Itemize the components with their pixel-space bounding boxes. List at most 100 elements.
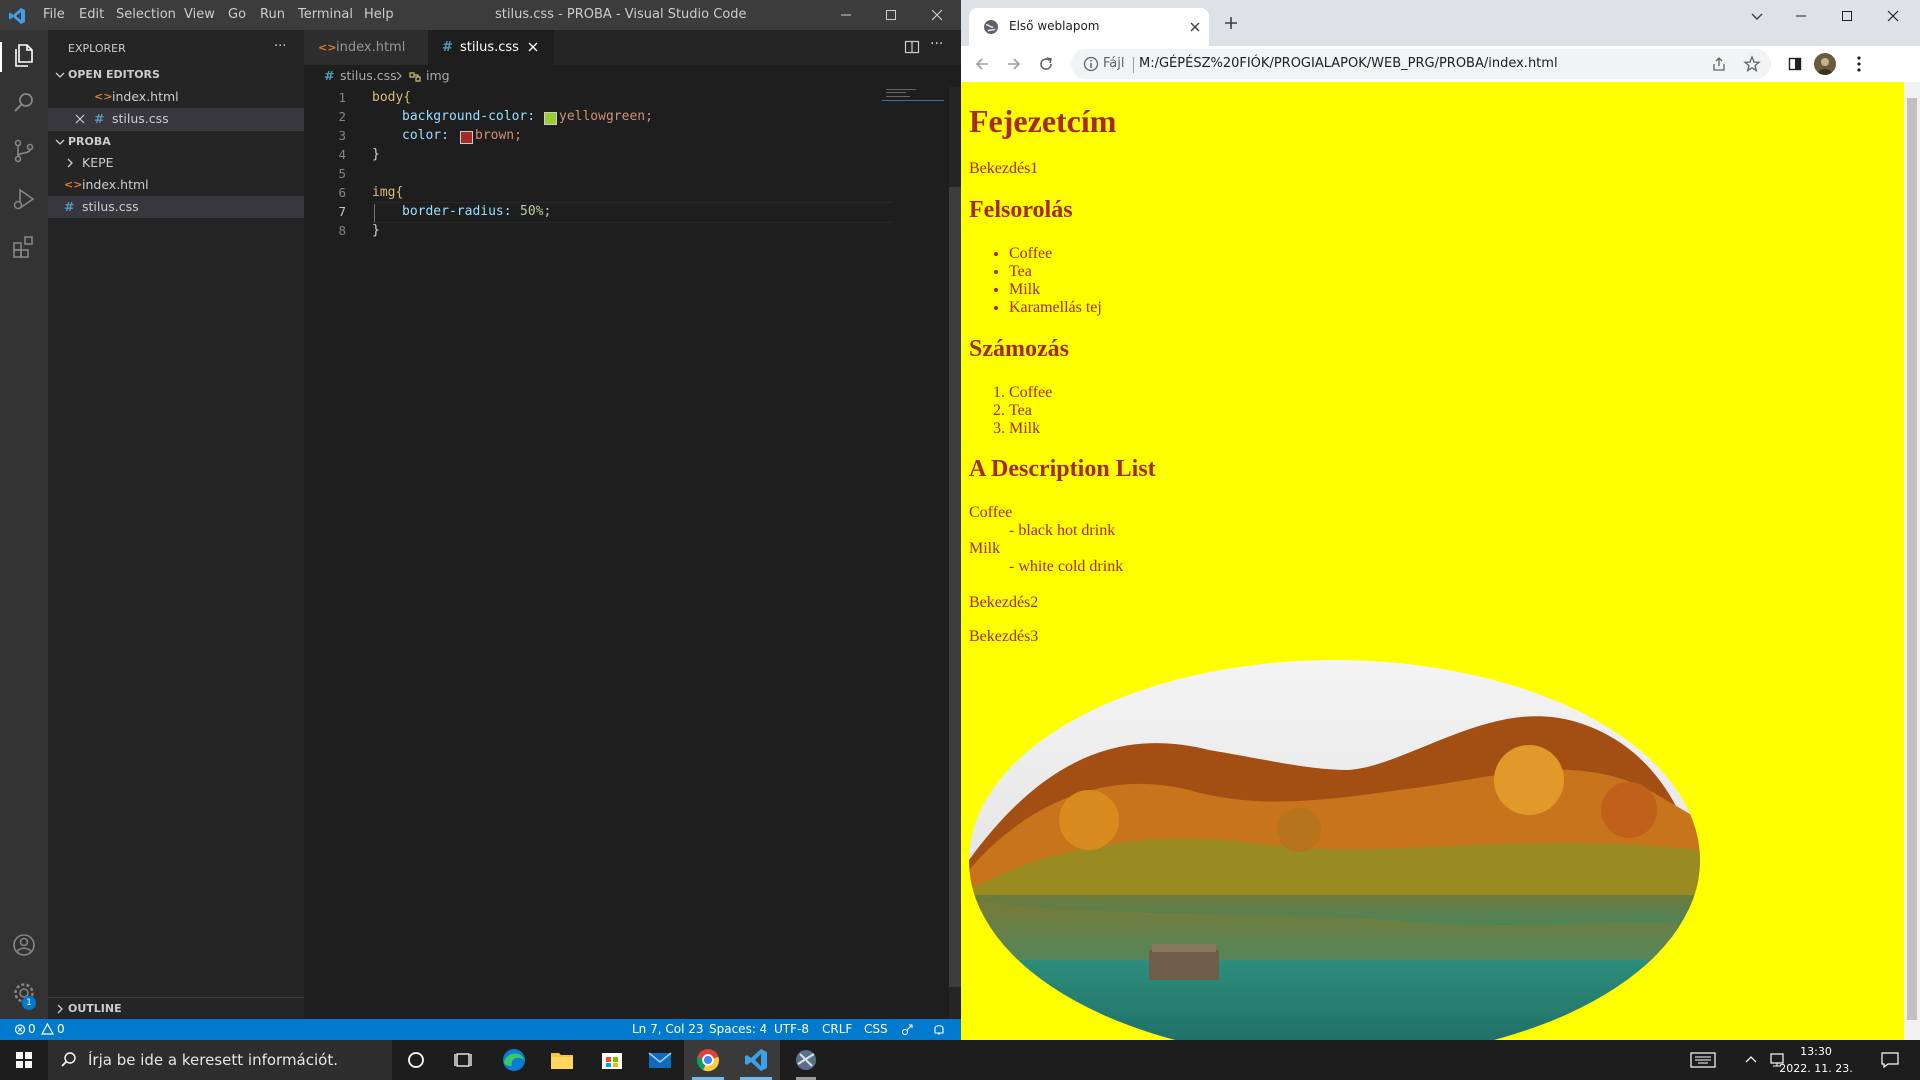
browser-tab[interactable]: Első weblapom <box>969 8 1209 46</box>
back-arrow-icon[interactable] <box>973 55 991 73</box>
warning-count[interactable]: 0 <box>57 1019 65 1040</box>
forward-arrow-icon[interactable] <box>1005 55 1023 73</box>
tab-stilus-css[interactable]: # stilus.css <box>428 30 554 65</box>
chevron-up-icon[interactable] <box>1744 1052 1758 1068</box>
menu-terminal[interactable]: Terminal <box>298 7 353 22</box>
line-number: 4 <box>338 147 346 162</box>
browser-toolbar: Fájl M:/GÉPÉSZ%20FIÓK/PROGIALAPOK/WEB_PR… <box>961 46 1920 83</box>
windows-start-icon[interactable] <box>0 1040 48 1080</box>
explorer-more-icon[interactable]: ··· <box>274 39 286 54</box>
cortana-icon[interactable] <box>392 1040 440 1080</box>
reload-icon[interactable] <box>1037 55 1055 73</box>
close-editor-icon[interactable] <box>74 108 86 130</box>
folder-item-label: KEPE <box>82 155 114 170</box>
taskbar-clock[interactable]: 13:30 2022. 11. 23. <box>1776 1043 1856 1077</box>
task-view-icon[interactable] <box>440 1040 488 1080</box>
open-editor-stilus-css[interactable]: # stilus.css <box>48 108 304 130</box>
taskbar-search-box[interactable]: Írja be ide a keresett információt. <box>48 1040 392 1080</box>
extensions-icon[interactable] <box>11 234 37 260</box>
file-explorer-icon[interactable] <box>538 1040 586 1080</box>
menu-kebab-icon[interactable] <box>1851 55 1867 73</box>
menu-edit[interactable]: Edit <box>79 7 104 22</box>
mail-icon[interactable] <box>636 1040 684 1080</box>
notification-center-icon[interactable] <box>1880 1051 1900 1069</box>
language-mode[interactable]: CSS <box>864 1019 888 1040</box>
edge-browser-icon[interactable] <box>490 1040 538 1080</box>
site-info-icon[interactable] <box>1083 56 1099 72</box>
folder-item-label: index.html <box>82 177 149 192</box>
close-icon[interactable] <box>927 5 947 25</box>
folder-kepe[interactable]: KEPE <box>48 152 304 174</box>
code-editor[interactable]: 1 2 3 4 5 6 7 8 body{ background-color: … <box>304 87 961 1019</box>
open-editors-label: OPEN EDITORS <box>68 68 160 81</box>
minimap[interactable] <box>882 87 944 105</box>
menu-run[interactable]: Run <box>260 7 285 22</box>
line-number-active: 7 <box>338 204 346 219</box>
html-file-icon: <> <box>318 41 337 54</box>
page-scrollbar[interactable] <box>1904 82 1920 1040</box>
active-indicator <box>0 42 2 72</box>
color-swatch-brown[interactable] <box>460 131 473 144</box>
indentation[interactable]: Spaces: 4 <box>709 1019 767 1040</box>
explorer-icon[interactable] <box>11 42 37 68</box>
menu-help[interactable]: Help <box>364 7 394 22</box>
open-editor-index-html[interactable]: <> index.html <box>48 86 304 108</box>
bookmark-star-icon[interactable] <box>1743 55 1761 73</box>
autumn-lake-image <box>969 660 1700 1040</box>
file-index-html[interactable]: <> index.html <box>48 174 304 196</box>
error-count[interactable]: 0 <box>28 1019 36 1040</box>
color-swatch-yellowgreen[interactable] <box>544 112 557 125</box>
account-icon[interactable] <box>11 932 37 958</box>
search-icon[interactable] <box>11 90 37 116</box>
open-editors-header[interactable]: OPEN EDITORS <box>48 64 304 86</box>
rendered-webpage: Fejezetcím Bekezdés1 Felsorolás Coffee T… <box>961 82 1904 1040</box>
tab-close-icon[interactable] <box>526 30 540 65</box>
chrome-taskbar-icon[interactable] <box>684 1040 732 1080</box>
editor-scrollbar[interactable] <box>949 87 961 1019</box>
maximize-icon[interactable] <box>881 5 901 25</box>
tab-search-chevron-down-icon[interactable] <box>1749 8 1765 24</box>
side-panel-icon[interactable] <box>1787 56 1803 72</box>
warning-icon[interactable] <box>41 1019 54 1040</box>
keyboard-layout-icon[interactable] <box>1690 1052 1716 1068</box>
new-tab-plus-icon[interactable] <box>1223 15 1239 31</box>
file-stilus-css[interactable]: # stilus.css <box>48 196 304 218</box>
error-icon[interactable] <box>14 1019 26 1040</box>
profile-avatar[interactable] <box>1814 53 1836 75</box>
menu-view[interactable]: View <box>184 7 215 22</box>
address-bar[interactable]: Fájl M:/GÉPÉSZ%20FIÓK/PROGIALAPOK/WEB_PR… <box>1071 49 1771 79</box>
notifications-icon[interactable] <box>932 1019 946 1040</box>
more-actions-icon[interactable]: ··· <box>930 36 943 52</box>
cursor-position[interactable]: Ln 7, Col 23 <box>632 1019 704 1040</box>
outline-header[interactable]: OUTLINE <box>48 997 304 1020</box>
symbol-icon <box>408 65 422 87</box>
close-icon[interactable] <box>1885 8 1901 24</box>
split-editor-icon[interactable] <box>904 39 920 55</box>
encoding[interactable]: UTF-8 <box>774 1019 809 1040</box>
code-brace: } <box>372 147 380 162</box>
scrollbar-thumb[interactable] <box>1907 98 1917 1020</box>
microsoft-store-icon[interactable] <box>588 1040 636 1080</box>
maximize-icon[interactable] <box>1839 8 1855 24</box>
line-number: 6 <box>338 185 346 200</box>
end-of-line[interactable]: CRLF <box>822 1019 852 1040</box>
url-text[interactable]: M:/GÉPÉSZ%20FIÓK/PROGIALAPOK/WEB_PRG/PRO… <box>1139 56 1558 71</box>
breadcrumb-symbol[interactable]: img <box>426 65 450 87</box>
menu-go[interactable]: Go <box>228 7 246 22</box>
tab-index-html[interactable]: <> index.html <box>304 30 428 65</box>
breadcrumb-file[interactable]: stilus.css <box>340 65 397 87</box>
folder-proba-header[interactable]: PROBA <box>48 130 304 153</box>
app-taskbar-icon[interactable] <box>782 1040 830 1080</box>
minimize-icon[interactable] <box>1793 8 1809 24</box>
minimize-icon[interactable] <box>836 5 856 25</box>
windows-taskbar: Írja be ide a keresett információt. 13:3… <box>0 1040 1920 1080</box>
feedback-icon[interactable] <box>900 1019 914 1040</box>
source-control-icon[interactable] <box>11 138 37 164</box>
run-debug-icon[interactable] <box>11 186 37 212</box>
share-icon[interactable] <box>1711 56 1727 72</box>
vscode-taskbar-icon[interactable] <box>732 1040 780 1080</box>
menu-selection[interactable]: Selection <box>116 7 176 22</box>
menu-file[interactable]: File <box>43 7 65 22</box>
css-file-icon: # <box>442 40 453 55</box>
tab-close-icon[interactable] <box>1187 19 1203 35</box>
